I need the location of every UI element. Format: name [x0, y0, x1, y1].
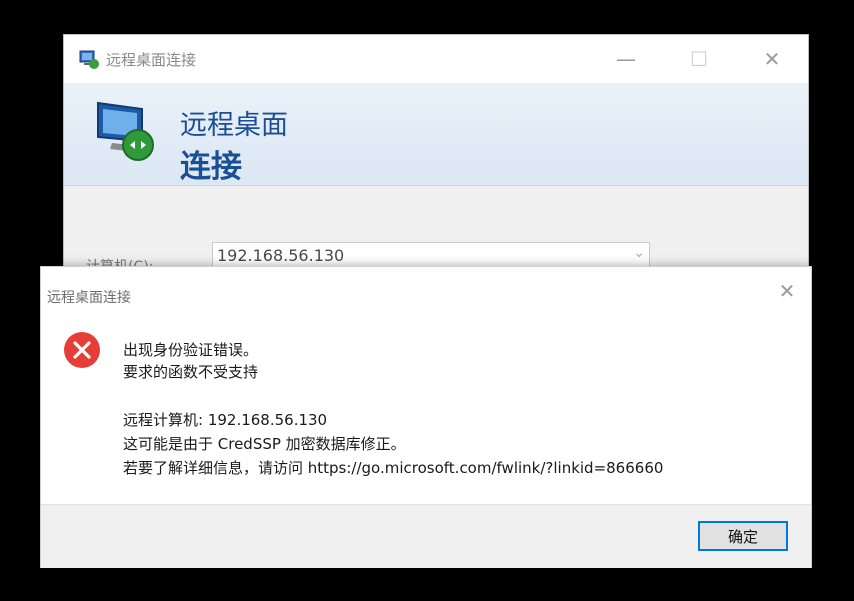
credssp-text: 这可能是由于 CredSSP 加密数据库修正。 [123, 435, 406, 453]
rdp-main-window: 远程桌面连接 — ☐ ✕ 远程桌面 连接 计算机(C): 192.168.56.… [63, 34, 809, 296]
banner-title-line2: 连接 [180, 149, 242, 185]
dialog-titlebar[interactable]: 远程桌面连接 ✕ [41, 267, 811, 315]
ok-button[interactable]: 确定 [698, 521, 788, 551]
window-title: 远程桌面连接 [106, 51, 197, 69]
dialog-footer: 确定 [41, 504, 811, 568]
dialog-close-button[interactable]: ✕ [773, 277, 801, 305]
banner-title-line1: 远程桌面 [180, 110, 288, 141]
rdp-banner: 远程桌面 连接 [64, 83, 808, 186]
minimize-button[interactable]: — [604, 41, 648, 77]
computer-combobox[interactable]: 192.168.56.130 ⌄ [212, 242, 650, 268]
remote-desktop-icon [90, 95, 162, 167]
error-heading: 出现身份验证错误。 [123, 341, 259, 359]
chevron-down-icon[interactable]: ⌄ [633, 245, 645, 261]
error-icon [63, 331, 101, 369]
more-info-text: 若要了解详细信息，请访问 https://go.microsoft.com/fw… [123, 459, 664, 477]
dialog-title: 远程桌面连接 [47, 290, 131, 306]
error-reason: 要求的函数不受支持 [123, 363, 259, 381]
rdp-titlebar[interactable]: 远程桌面连接 — ☐ ✕ [64, 35, 808, 83]
rdp-app-icon [78, 48, 100, 70]
close-button[interactable]: ✕ [750, 41, 794, 77]
error-dialog: 远程桌面连接 ✕ 出现身份验证错误。 要求的函数不受支持 远程计算机: 192.… [40, 266, 812, 568]
computer-value[interactable]: 192.168.56.130 [213, 246, 344, 265]
remote-computer-text: 远程计算机: 192.168.56.130 [123, 411, 328, 429]
maximize-button[interactable]: ☐ [677, 41, 721, 77]
